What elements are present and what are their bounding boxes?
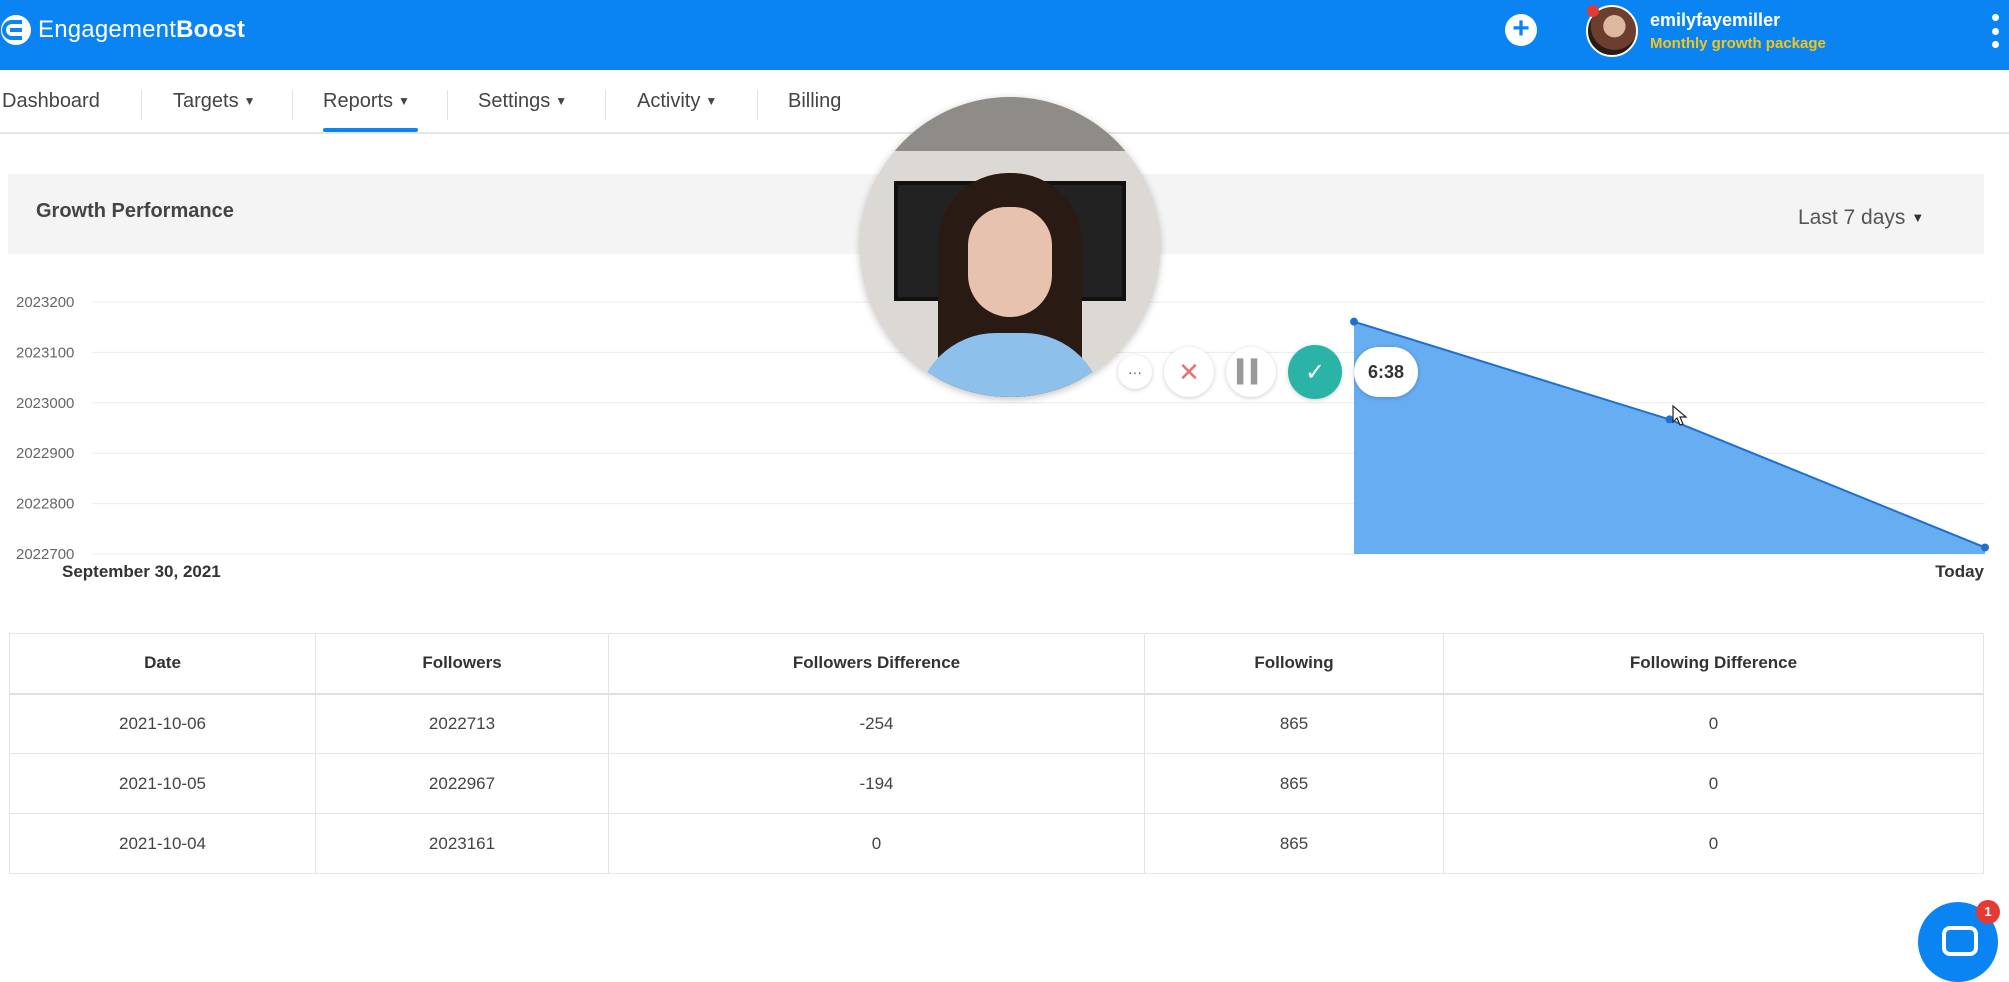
nav-reports[interactable]: Reports ▼ xyxy=(323,90,410,113)
recorder-more-button[interactable]: ··· xyxy=(1118,355,1152,389)
date-range-select[interactable]: Last 7 days ▼ xyxy=(1798,206,1924,230)
nav-dashboard[interactable]: Dashboard xyxy=(2,90,100,113)
cell-following: 865 xyxy=(1144,753,1444,814)
recorder-cancel-button[interactable]: ✕ xyxy=(1164,347,1214,397)
cell-following-difference: 0 xyxy=(1443,813,1984,874)
chevron-down-icon: ▼ xyxy=(1911,210,1925,225)
chat-icon xyxy=(1942,926,1978,956)
column-header-followers: Followers xyxy=(315,633,609,694)
brand-name: EngagementBoost xyxy=(38,16,246,43)
ellipsis-icon: ··· xyxy=(1128,364,1142,380)
nav-targets[interactable]: Targets ▼ xyxy=(173,90,255,113)
cell-followers-difference: 0 xyxy=(608,813,1145,874)
table-row: 2021-10-04 2023161 0 865 0 xyxy=(9,813,1984,874)
column-header-date: Date xyxy=(9,633,316,694)
table-row: 2021-10-05 2022967 -194 865 0 xyxy=(9,753,1984,814)
cell-following-difference: 0 xyxy=(1443,693,1984,754)
nav-divider xyxy=(757,90,758,120)
cell-following: 865 xyxy=(1144,813,1444,874)
recorder-controls: ··· ✕ ▍▍ ✓ 6:38 xyxy=(1118,345,1419,399)
column-header-following-difference: Following Difference xyxy=(1443,633,1984,694)
series-area xyxy=(1354,321,1985,554)
cell-following-difference: 0 xyxy=(1443,753,1984,814)
more-menu-icon[interactable] xyxy=(1990,14,2000,48)
webcam-overlay[interactable] xyxy=(860,97,1160,397)
recording-timer: 6:38 xyxy=(1354,347,1419,397)
active-tab-indicator xyxy=(323,128,418,132)
x-end-label: Today xyxy=(1935,562,1984,581)
mouse-cursor-icon xyxy=(1672,405,1688,426)
top-bar: EngagementBoost + emilyfayemiller Monthl… xyxy=(0,0,2009,70)
webcam-person-face xyxy=(968,207,1052,317)
chevron-down-icon: ▼ xyxy=(705,94,718,108)
recorder-finish-button[interactable]: ✓ xyxy=(1288,345,1342,399)
chat-unread-badge: 1 xyxy=(1976,900,2000,924)
nav-settings[interactable]: Settings ▼ xyxy=(478,90,567,113)
nav-divider xyxy=(141,90,142,120)
x-start-label: September 30, 2021 xyxy=(62,562,221,581)
nav-billing[interactable]: Billing xyxy=(788,90,841,113)
chevron-down-icon: ▼ xyxy=(555,94,568,108)
y-tick-label: 2022700 xyxy=(16,546,74,563)
cell-followers: 2022713 xyxy=(315,693,609,754)
y-tick-label: 2022900 xyxy=(16,445,74,462)
chevron-down-icon: ▼ xyxy=(243,94,256,108)
username[interactable]: emilyfayemiller xyxy=(1650,10,1780,31)
notification-dot xyxy=(1587,5,1599,17)
pause-icon: ▍▍ xyxy=(1237,359,1268,384)
y-tick-label: 2023000 xyxy=(16,395,74,412)
nav-activity[interactable]: Activity ▼ xyxy=(637,90,717,113)
data-point xyxy=(1350,317,1358,326)
add-button[interactable]: + xyxy=(1505,14,1537,46)
cell-following: 865 xyxy=(1144,693,1444,754)
cell-followers-difference: -254 xyxy=(608,693,1145,754)
growth-table: Date Followers Followers Difference Foll… xyxy=(9,633,1984,874)
y-tick-label: 2023100 xyxy=(16,344,74,361)
recorder-pause-button[interactable]: ▍▍ xyxy=(1226,347,1276,397)
cell-followers-difference: -194 xyxy=(608,753,1145,814)
cell-followers: 2022967 xyxy=(315,753,609,814)
column-header-following: Following xyxy=(1144,633,1444,694)
close-icon: ✕ xyxy=(1178,356,1200,387)
app-logo[interactable]: EngagementBoost xyxy=(0,12,245,48)
nav-divider xyxy=(605,90,606,120)
column-header-followers-difference: Followers Difference xyxy=(608,633,1145,694)
nav-divider xyxy=(292,90,293,120)
y-tick-label: 2022800 xyxy=(16,496,74,513)
cell-followers: 2023161 xyxy=(315,813,609,874)
chevron-down-icon: ▼ xyxy=(398,94,410,108)
cell-date: 2021-10-05 xyxy=(9,753,316,814)
nav-divider xyxy=(447,90,448,120)
check-icon: ✓ xyxy=(1304,358,1326,386)
cell-date: 2021-10-06 xyxy=(9,693,316,754)
cell-date: 2021-10-04 xyxy=(9,813,316,874)
data-point xyxy=(1981,543,1989,552)
table-row: 2021-10-06 2022713 -254 865 0 xyxy=(9,693,1984,754)
table-header-row: Date Followers Followers Difference Foll… xyxy=(9,633,1984,694)
package-label: Monthly growth package xyxy=(1650,35,1826,52)
panel-title: Growth Performance xyxy=(36,200,234,222)
logo-mark-icon xyxy=(0,12,32,48)
y-tick-label: 2023200 xyxy=(16,294,74,311)
plus-icon: + xyxy=(1512,12,1530,45)
